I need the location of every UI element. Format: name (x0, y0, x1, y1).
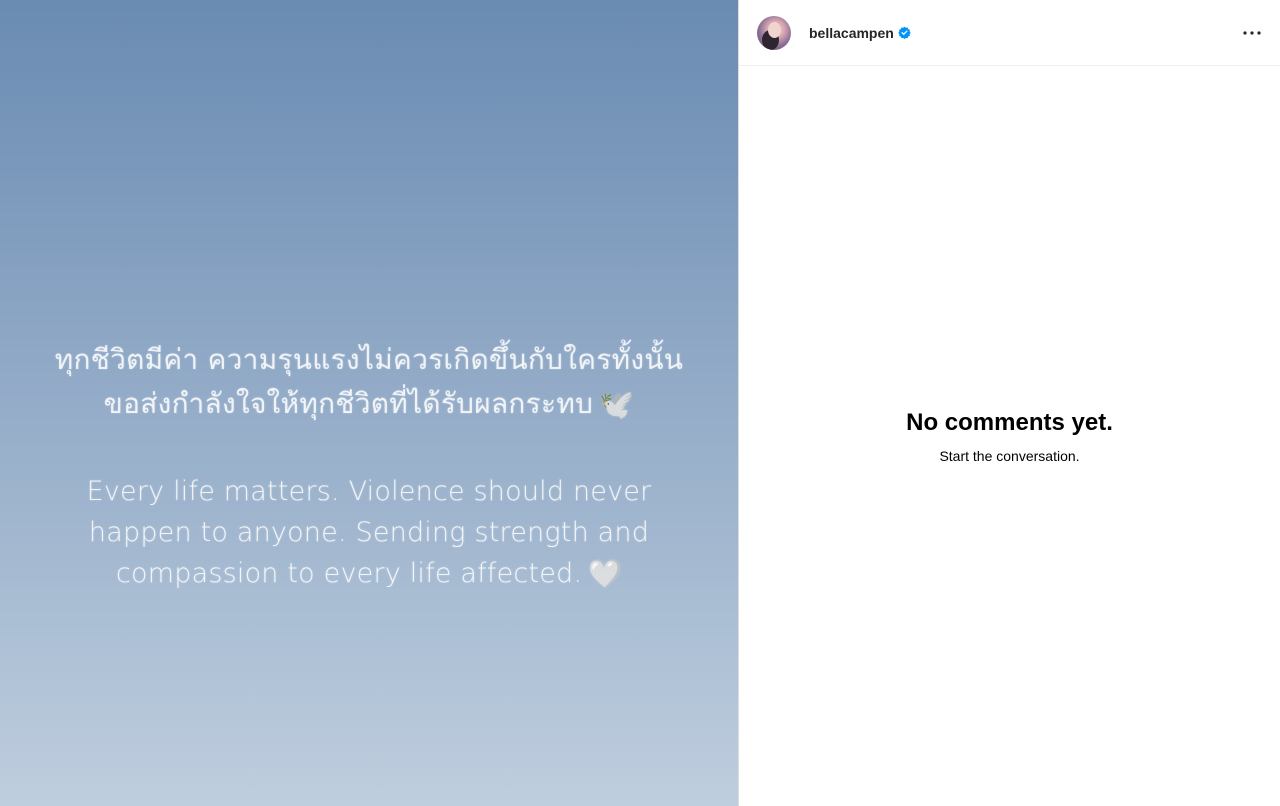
english-line-2: happen to anyone. Sending strength and (88, 517, 650, 548)
thai-line-2-text: ขอส่งกำลังใจให้ทุกชีวิตที่ได้รับผลกระทบ (103, 387, 594, 420)
empty-subtitle: Start the conversation. (939, 448, 1080, 464)
post-header: bellacampen (739, 0, 1280, 66)
white-heart-icon: 🤍 (588, 559, 622, 590)
verified-badge-icon (898, 26, 911, 39)
thai-line-1: ทุกชีวิตมีค่า ความรุนแรงไม่ควรเกิดขึ้นกั… (54, 343, 684, 376)
comments-empty-state: No comments yet. Start the conversation. (739, 405, 1280, 465)
username-link[interactable]: bellacampen (809, 25, 894, 41)
ellipsis-icon (1243, 30, 1261, 35)
thai-line-2: ขอส่งกำลังใจให้ทุกชีวิตที่ได้รับผลกระทบ 🕊… (0, 382, 738, 427)
english-line-3: compassion to every life affected. 🤍 (0, 553, 738, 595)
story-text-block: ทุกชีวิตมีค่า ความรุนแรงไม่ควรเกิดขึ้นกั… (0, 338, 738, 595)
dove-icon: 🕊️ (599, 388, 635, 421)
post-media[interactable]: ทุกชีวิตมีค่า ความรุนแรงไม่ควรเกิดขึ้นกั… (0, 0, 738, 806)
post-viewer: ทุกชีวิตมีค่า ความรุนแรงไม่ควรเกิดขึ้นกั… (0, 0, 1280, 806)
comments-panel: bellacampen No comments yet. Start the c… (738, 0, 1280, 806)
more-options-icon[interactable] (1240, 21, 1264, 45)
english-line-1: Every life matters. Violence should neve… (86, 476, 652, 507)
avatar[interactable] (757, 15, 791, 50)
empty-title: No comments yet. (906, 409, 1113, 436)
english-line-3-text: compassion to every life affected. (115, 558, 583, 589)
